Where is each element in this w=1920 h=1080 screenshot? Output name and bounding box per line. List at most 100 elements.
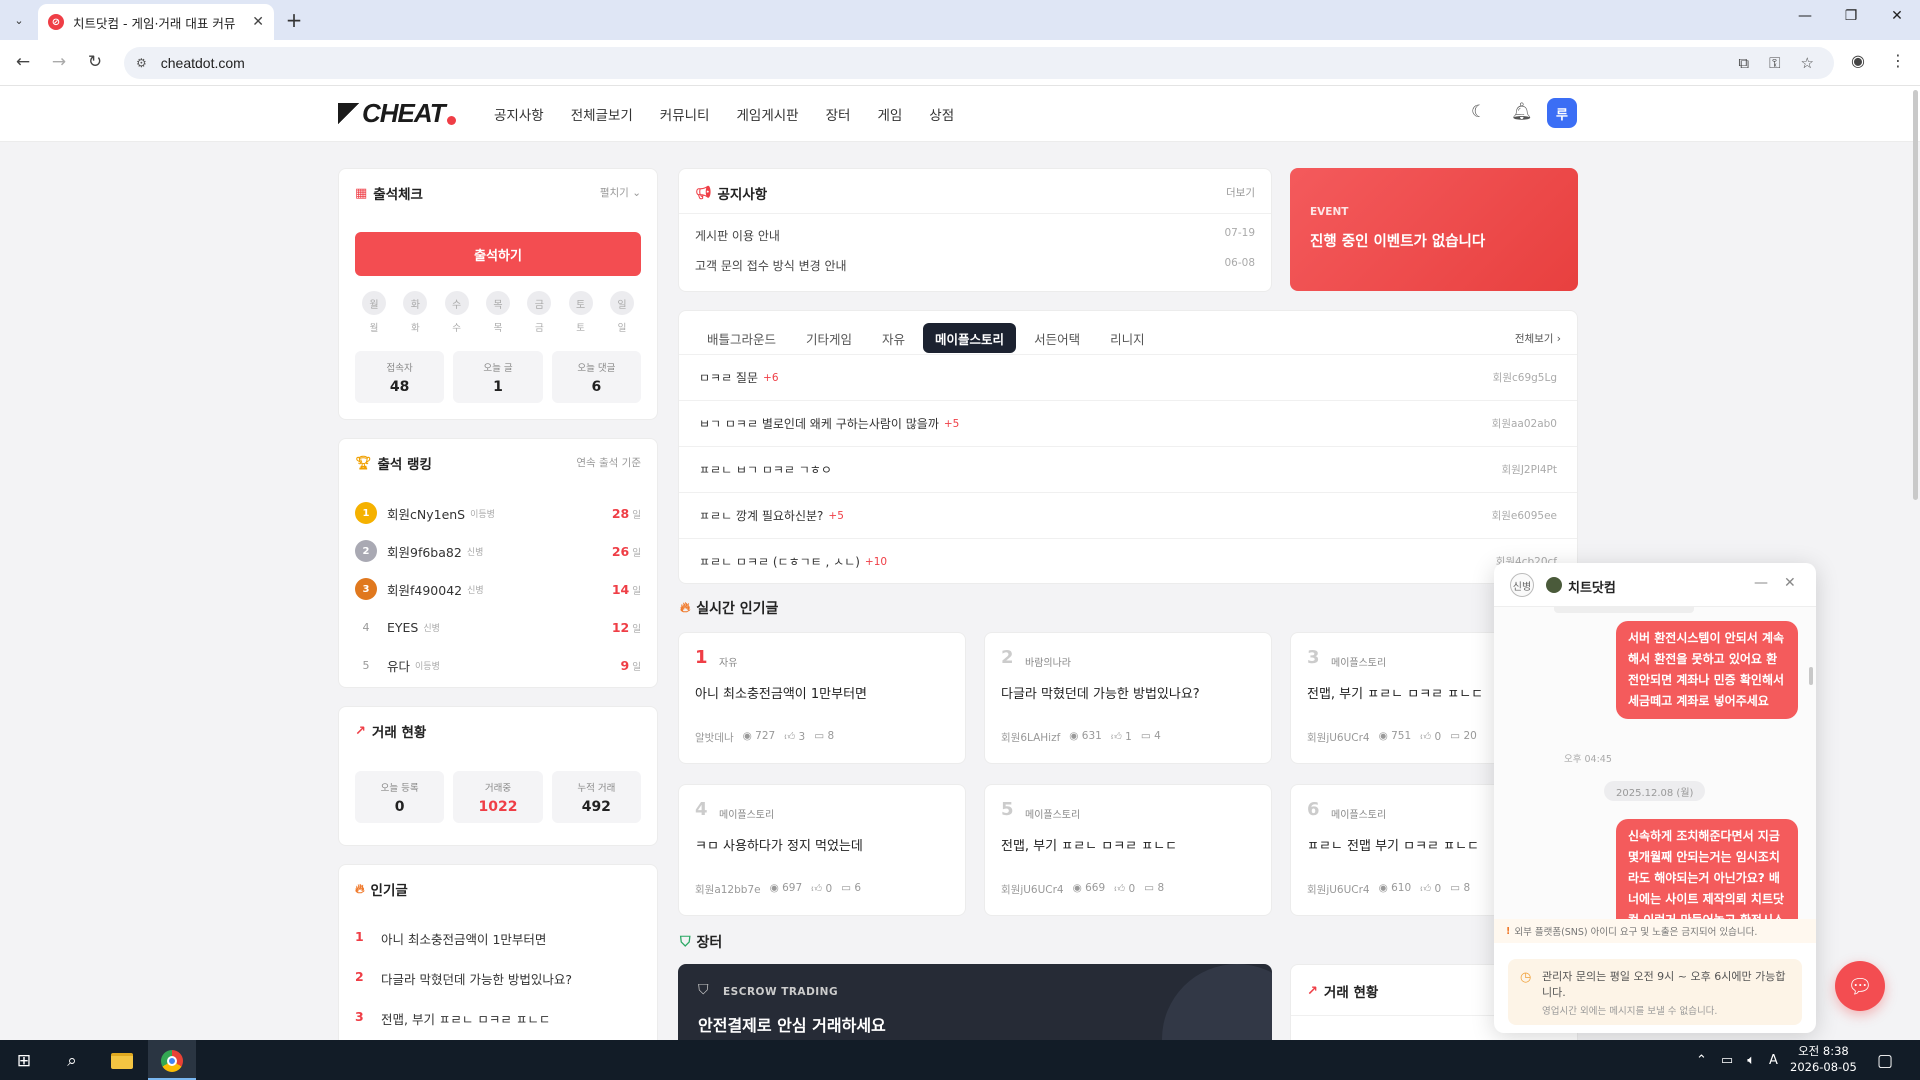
realtime-post-card[interactable]: 2 바람의나라 다글라 막혔던데 가능한 방법있나요? 회원6LAHizf ◉ 6… [984,632,1272,764]
board-post-row[interactable]: ㅍㄹㄴ 깡계 필요하신분? +5 회원e6095ee [679,492,1577,538]
trade-status-card: ↗ 거래 현황 오늘 등록 0 거래중 1022 누적 거래 492 [338,706,658,846]
password-key-icon[interactable]: ⚿ [1769,54,1780,72]
view-all-link[interactable]: 전체보기 › [1515,331,1561,346]
nav-item-notice[interactable]: 공지사항 [494,104,544,124]
reload-icon[interactable]: ↻ [84,52,106,72]
tab-other-games[interactable]: 기타게임 [794,323,864,353]
ranking-row[interactable]: 3 회원f490042 신병 14 일 [355,577,641,601]
nav-item-shop[interactable]: 상점 [929,104,954,124]
popular-posts-card: 🔥︎ 인기글 1 아니 최소충전금액이 1만부터면 2 다글라 막혔던데 가능한 방… [338,864,658,1064]
realtime-post-card[interactable]: 5 메이플스토리 전맵, 부기 ㅍㄹㄴ ㅁㅋㄹ ㅍㄴㄷ 회원jU6UCr4 ◉ 6… [984,784,1272,916]
profile-icon[interactable]: ◉ [1851,51,1865,70]
rank-gold-badge: 1 [355,502,377,524]
forward-icon[interactable]: → [48,52,70,72]
chrome-menu-icon[interactable]: ⋮ [1890,51,1906,70]
notice-item[interactable]: 게시판 이용 안내 07-19 [695,227,1255,244]
browser-tab[interactable]: ⊘ 치트닷컴 - 게임·거래 대표 커뮤 ✕ [38,4,274,40]
ranking-row[interactable]: 1 회원cNy1enS 이등병 28 일 [355,501,641,525]
tab-close-icon[interactable]: ✕ [252,14,264,30]
notice-title-text: 공지사항 [717,187,768,203]
popular-text: 아니 최소충전금액이 1만부터면 [381,932,547,947]
chat-scrollbar[interactable] [1809,667,1813,685]
site-info-icon[interactable]: ⚙ [136,56,147,70]
likes-count: 0 [1434,883,1442,895]
board-post-row[interactable]: ㅂㄱ ㅁㅋㄹ 별로인데 왜케 구하는사람이 많을까 +5 회원aa02ab0 [679,400,1577,446]
post-author: 알밧데나 [695,732,734,744]
escrow-banner[interactable]: ⛉ ESCROW TRADING 안전결제로 안심 거래하세요 [678,964,1272,1040]
url-bar[interactable]: ⚙ cheatdot.com ⧉ ⚿ ☆ [124,47,1834,79]
back-icon[interactable]: ← [12,52,34,72]
tab-battlegrounds[interactable]: 배틀그라운드 [695,323,788,353]
tab-maplestory[interactable]: 메이플스토리 [923,323,1017,353]
nav-item-community[interactable]: 커뮤니티 [660,104,710,124]
chrome-taskbar-icon[interactable] [159,1048,185,1074]
popular-item[interactable]: 1 아니 최소충전금액이 1만부터면 [355,929,546,948]
tray-expand-icon[interactable]: ⌃ [1696,1053,1707,1068]
network-icon[interactable]: ▭ [1721,1053,1733,1068]
chat-header: 신병 치트닷컴 — ✕ [1494,563,1816,607]
dark-mode-icon[interactable]: ☾ [1471,102,1486,122]
ranking-row[interactable]: 4 EYES 신병 12 일 [355,615,642,639]
stat-label: 오늘 댓글 [577,363,616,374]
attend-button[interactable]: 출석하기 [355,232,641,276]
event-banner[interactable]: EVENT 진행 중인 이벤트가 없습니다 [1290,168,1578,291]
chat-minimize-icon[interactable]: — [1754,575,1768,591]
attendance-fold-toggle[interactable]: 펼치기 ⌄ [600,185,641,200]
notification-center-icon[interactable]: ▢ [1872,1048,1898,1074]
post-title: 아니 최소충전금액이 1만부터면 [695,687,868,702]
attendance-title: ▦ 출석체크 [355,183,423,204]
tab-search-icon[interactable]: ⌄ [8,9,30,31]
ranking-row[interactable]: 5 유다 이등병 9일 [355,653,642,677]
board-post-row[interactable]: ㅍㄹㄴ ㅂㄱ ㅁㅋㄹ ㄱㅎㅇ 회원J2Pl4Pt [679,446,1577,492]
post-category: 메이플스토리 [1331,810,1387,821]
like-icon: 👍︎ 0 [1420,731,1442,743]
popular-item[interactable]: 2 다글라 막혔던데 가능한 방법있나요? [355,969,572,988]
trending-up-icon: ↗ [1307,983,1318,999]
nav-item-game[interactable]: 게임 [877,104,902,124]
day-label: 금 [534,323,544,334]
notice-item[interactable]: 고객 문의 접수 방식 변경 안내 06-08 [695,257,1255,274]
ime-indicator[interactable]: A [1769,1053,1778,1068]
fold-label: 펼치기 [599,187,629,199]
chat-close-icon[interactable]: ✕ [1784,575,1796,591]
windows-start-icon[interactable]: ⊞ [11,1048,37,1074]
stat-today-comments: 오늘 댓글 6 [551,351,641,403]
notice-more-link[interactable]: 더보기 [1226,185,1255,200]
realtime-post-card[interactable]: 4 메이플스토리 ㅋㅁ 사용하다가 정지 먹었는데 회원a12bb7e ◉ 697… [678,784,966,916]
tab-lineage[interactable]: 리니지 [1098,323,1157,353]
ranking-row[interactable]: 2 회원9f6ba82 신병 26 일 [355,539,641,563]
new-tab-button[interactable]: + [282,8,306,32]
notice-card: 📢︎ 공지사항 더보기 게시판 이용 안내 07-19 고객 문의 접수 방식 변… [678,168,1272,292]
tab-sudden-attack[interactable]: 서든어택 [1022,323,1092,353]
nav-item-market[interactable]: 장터 [826,104,851,124]
post-author: 회원jU6UCr4 [1001,884,1064,896]
taskbar-clock[interactable]: 오전 8:38 2026-08-05 [1790,1043,1857,1075]
rank-grade: 이등병 [470,509,495,520]
notification-bell-icon[interactable]: 🔔︎ [1511,102,1533,122]
board-post-row[interactable]: ㅍㄹㄴ ㅁㅋㄹ (ㄷㅎㄱㅌ , ㅅㄴ) +10 회원4cb20cf [679,538,1577,584]
avatar[interactable]: 루 [1547,98,1577,128]
chat-open-button[interactable]: 💬︎ [1835,961,1885,1011]
install-app-icon[interactable]: ⧉ [1738,54,1749,72]
nav-item-game-board[interactable]: 게임게시판 [736,104,798,124]
search-icon[interactable]: ⌕ [59,1048,85,1074]
date-divider: 2025.12.08 (월) [1604,781,1706,801]
board-post-row[interactable]: ㅁㅋㄹ 질문 +6 회원c69g5Lg [679,354,1577,400]
volume-icon[interactable]: 🔈︎ [1747,1053,1755,1068]
restore-icon[interactable]: ❐ [1836,8,1866,24]
site-logo[interactable]: CHEAT [338,98,456,129]
bookmark-star-icon[interactable]: ☆ [1801,54,1814,72]
popular-item[interactable]: 3 전맵, 부기 ㅍㄹㄴ ㅁㅋㄹ ㅍㄴㄷ [355,1009,550,1028]
file-explorer-icon[interactable] [109,1048,135,1074]
window-close-icon[interactable]: ✕ [1882,8,1912,24]
post-title: ㅁㅋㄹ 질문 [699,371,759,385]
popular-title: 🔥︎ 인기글 [355,879,408,900]
nav-item-all-posts[interactable]: 전체글보기 [571,104,633,124]
realtime-post-card[interactable]: 1 자유 아니 최소충전금액이 1만부터면 알밧데나 ◉ 727 👍︎ 3 ▭ 8 [678,632,966,764]
calendar-icon: ▦ [355,185,368,201]
rank-grade: 신병 [423,623,440,634]
page-scrollbar[interactable] [1913,90,1918,500]
minimize-icon[interactable]: — [1790,8,1820,24]
tab-free[interactable]: 자유 [870,323,917,353]
day-circle: 일 [609,291,634,315]
